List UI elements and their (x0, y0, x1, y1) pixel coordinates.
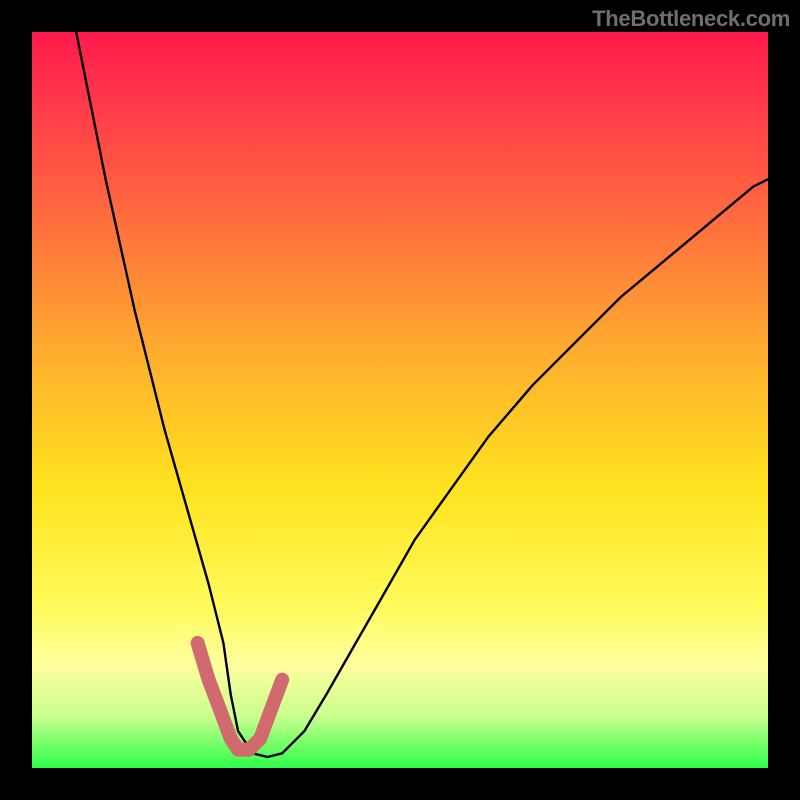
curves-svg (32, 32, 768, 768)
attribution-watermark: TheBottleneck.com (592, 6, 790, 32)
plot-area (32, 32, 768, 768)
main-curve (76, 32, 768, 757)
chart-frame: TheBottleneck.com (0, 0, 800, 800)
